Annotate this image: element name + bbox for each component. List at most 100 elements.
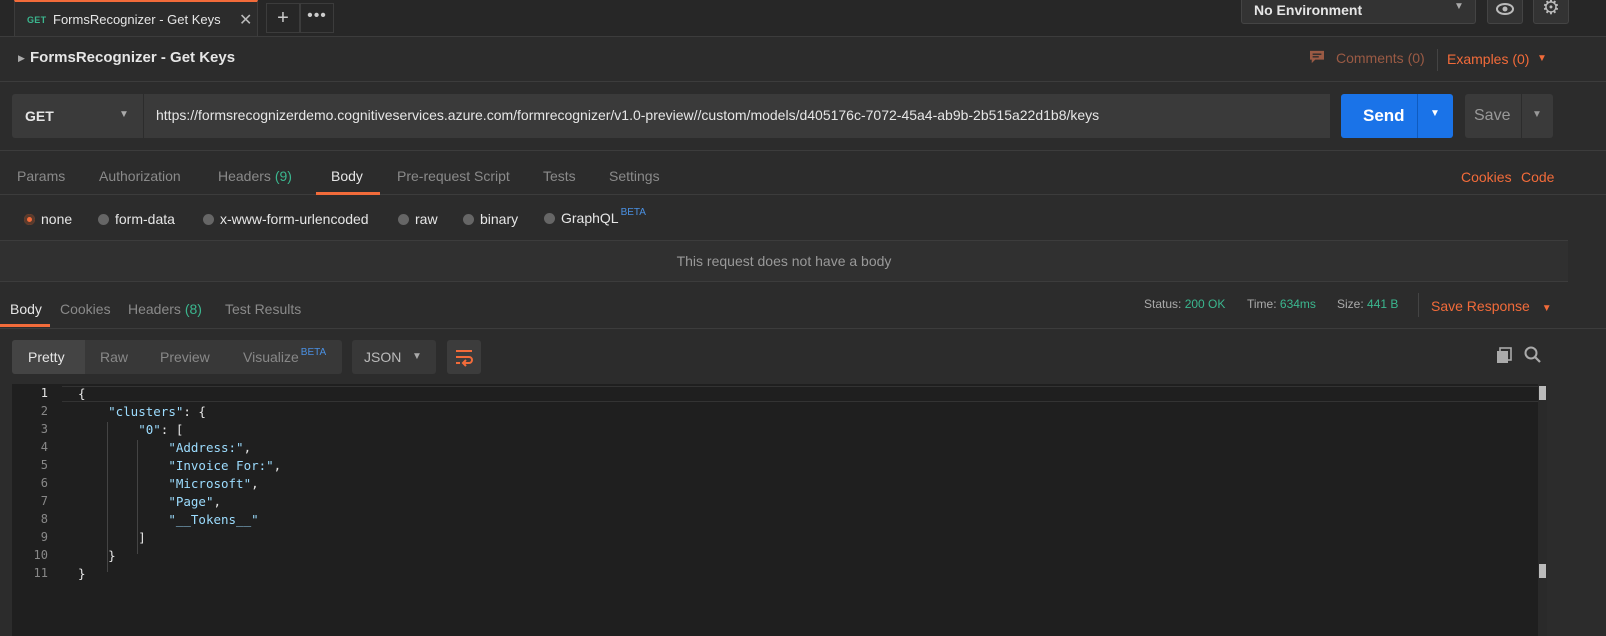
request-tab[interactable]: GET FormsRecognizer - Get Keys ✕ xyxy=(14,0,258,36)
scrollbar[interactable] xyxy=(1538,384,1547,636)
code-link[interactable]: Code xyxy=(1521,169,1554,185)
save-label: Save xyxy=(1474,107,1511,124)
chevron-down-icon: ▼ xyxy=(1454,1,1464,12)
status-value: 200 OK xyxy=(1184,297,1226,311)
method-label: GET xyxy=(25,108,54,124)
more-tabs-button[interactable]: ••• xyxy=(300,3,334,33)
size-value: 441 B xyxy=(1367,297,1399,311)
examples-link[interactable]: Examples (0) xyxy=(1447,51,1529,67)
send-button[interactable]: Send ▼ xyxy=(1341,94,1453,138)
save-button[interactable]: Save ▼ xyxy=(1465,94,1553,138)
view-pretty[interactable]: Pretty xyxy=(28,349,65,365)
radio-binary[interactable]: binary xyxy=(463,211,518,227)
request-tabs: Params Authorization Headers (9) Body Pr… xyxy=(0,150,1606,195)
view-preview[interactable]: Preview xyxy=(160,349,210,365)
radio-icon xyxy=(203,214,214,225)
caret-right-icon[interactable]: ▶ xyxy=(18,53,25,64)
tab-tests[interactable]: Tests xyxy=(543,168,576,184)
code-line: "Microsoft", xyxy=(168,476,259,491)
copy-icon[interactable] xyxy=(1495,346,1513,364)
code-line: { xyxy=(78,386,86,401)
scrollbar-marker xyxy=(1539,564,1546,578)
tab-settings[interactable]: Settings xyxy=(609,168,660,184)
radio-graphql[interactable]: GraphQL BETA xyxy=(544,207,646,226)
method-select[interactable]: GET ▼ xyxy=(12,94,143,138)
tab-method-badge: GET xyxy=(27,15,47,25)
radio-label: binary xyxy=(480,211,519,227)
code-line: "Invoice For:", xyxy=(168,458,282,473)
radio-icon xyxy=(98,214,109,225)
radio-icon xyxy=(398,214,409,225)
url-value: https://formsrecognizerdemo.cognitiveser… xyxy=(156,107,1100,123)
no-body-message: This request does not have a body xyxy=(0,240,1568,282)
body-type-radios: none form-data x-www-form-urlencoded raw… xyxy=(0,196,1606,240)
format-select[interactable]: JSON ▼ xyxy=(352,340,436,374)
divider xyxy=(1417,94,1418,138)
response-tab-test-results[interactable]: Test Results xyxy=(225,301,301,317)
close-icon[interactable]: ✕ xyxy=(239,10,252,30)
radio-label: x-www-form-urlencoded xyxy=(220,211,369,227)
code-line: "0": [ xyxy=(138,422,184,437)
line-number: 5 xyxy=(40,458,48,472)
scrollbar-thumb[interactable] xyxy=(1539,386,1546,400)
view-raw[interactable]: Raw xyxy=(100,349,128,365)
url-input[interactable]: https://formsrecognizerdemo.cognitiveser… xyxy=(143,94,1330,138)
chevron-down-icon: ▼ xyxy=(1541,303,1552,314)
radio-raw[interactable]: raw xyxy=(398,211,438,227)
response-tab-body[interactable]: Body xyxy=(10,301,42,317)
wrap-lines-button[interactable] xyxy=(447,340,481,374)
tab-bar: GET FormsRecognizer - Get Keys ✕ + ••• N… xyxy=(0,0,1606,37)
environment-quick-look-button[interactable] xyxy=(1487,0,1523,24)
time-readout: Time: 634ms xyxy=(1247,297,1316,311)
beta-badge: BETA xyxy=(300,347,327,358)
radio-selected-icon xyxy=(24,214,35,225)
chevron-down-icon[interactable]: ▼ xyxy=(1532,109,1542,120)
environment-settings-button[interactable]: ⚙ xyxy=(1533,0,1569,24)
environment-select[interactable]: No Environment ▼ xyxy=(1241,0,1476,24)
chevron-down-icon[interactable]: ▼ xyxy=(1537,53,1547,64)
code-line: } xyxy=(78,566,86,581)
size-label: Size: xyxy=(1337,297,1364,311)
line-number: 1 xyxy=(40,386,48,400)
line-number: 11 xyxy=(33,566,48,580)
search-icon[interactable] xyxy=(1523,345,1543,365)
line-number: 3 xyxy=(40,422,48,436)
divider xyxy=(1418,293,1419,317)
response-tab-cookies[interactable]: Cookies xyxy=(60,301,111,317)
tab-prerequest-script[interactable]: Pre-request Script xyxy=(397,168,510,184)
tab-title: FormsRecognizer - Get Keys xyxy=(53,12,221,27)
format-label: JSON xyxy=(364,349,402,365)
tab-authorization[interactable]: Authorization xyxy=(99,168,181,184)
line-number: 6 xyxy=(40,476,48,490)
radio-none[interactable]: none xyxy=(24,211,72,227)
code-line: "__Tokens__" xyxy=(168,512,259,527)
tab-headers-label: Headers xyxy=(218,168,271,184)
tab-params[interactable]: Params xyxy=(17,168,65,184)
chevron-down-icon[interactable]: ▼ xyxy=(1430,108,1440,119)
code-line: "Page", xyxy=(168,494,221,509)
code-line: "clusters": { xyxy=(108,404,206,419)
save-response-button[interactable]: Save Response ▼ xyxy=(1431,298,1552,314)
plus-icon: + xyxy=(277,7,289,29)
response-headers-label: Headers xyxy=(128,301,181,317)
radio-label: GraphQL xyxy=(561,210,619,226)
comments-link[interactable]: Comments (0) xyxy=(1336,50,1425,66)
time-value: 634ms xyxy=(1279,297,1316,311)
chevron-down-icon: ▼ xyxy=(412,351,422,362)
tab-headers[interactable]: Headers (9) xyxy=(218,168,292,184)
tab-body[interactable]: Body xyxy=(331,168,363,184)
radio-urlencoded[interactable]: x-www-form-urlencoded xyxy=(203,211,369,227)
save-response-label: Save Response xyxy=(1431,298,1530,314)
radio-label: form-data xyxy=(115,211,175,227)
response-headers-count: (8) xyxy=(184,301,202,317)
response-tab-headers[interactable]: Headers (8) xyxy=(128,301,202,317)
cookies-link[interactable]: Cookies xyxy=(1461,169,1512,185)
request-name[interactable]: FormsRecognizer - Get Keys xyxy=(30,49,235,66)
view-visualize[interactable]: Visualize BETA xyxy=(243,346,327,365)
response-body-editor[interactable]: 1 2 3 4 5 6 7 8 9 10 11 { "clusters": { "0": [ "Ad… xyxy=(12,384,1546,636)
new-tab-button[interactable]: + xyxy=(266,3,300,33)
time-label: Time: xyxy=(1247,297,1277,311)
line-number: 9 xyxy=(40,530,48,544)
radio-form-data[interactable]: form-data xyxy=(98,211,175,227)
status-readout: Status: 200 OK xyxy=(1144,297,1225,311)
